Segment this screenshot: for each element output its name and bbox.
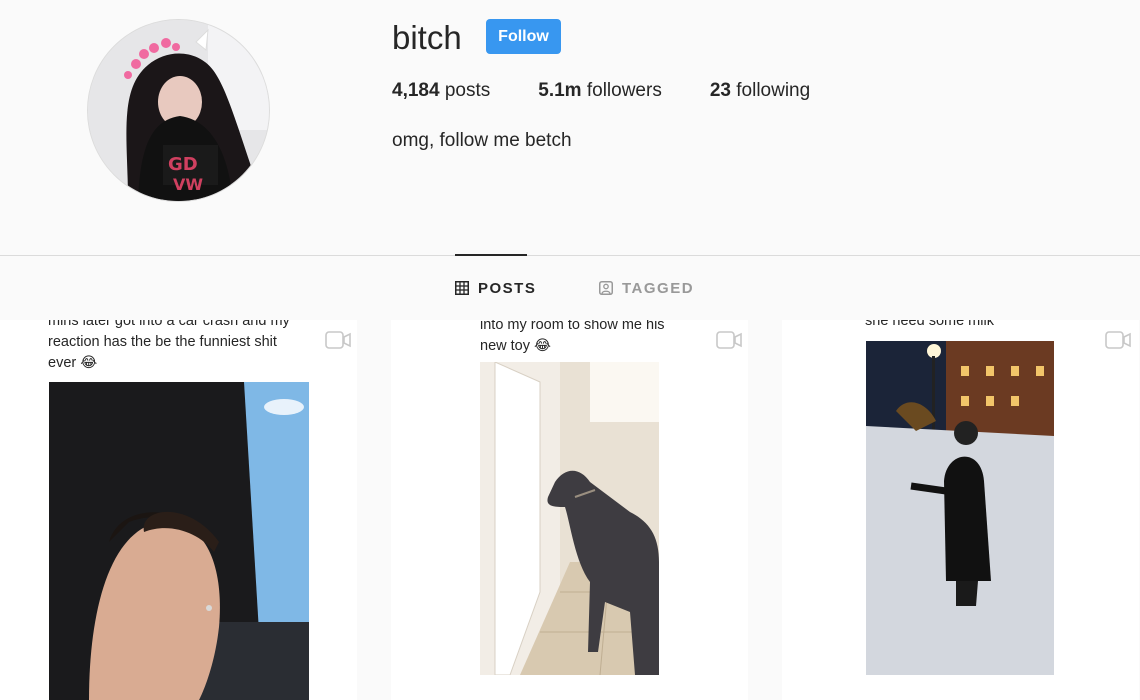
svg-text:GD: GD	[168, 154, 198, 175]
active-tab-indicator	[455, 254, 527, 256]
caption-line: new toy 😂	[480, 338, 551, 354]
post-caption: mins later got into a car crash and my r…	[48, 320, 290, 374]
follow-button[interactable]: Follow	[486, 19, 561, 54]
following-count-stat[interactable]: 23 following	[710, 80, 810, 102]
dog-hallway-image	[480, 362, 659, 675]
following-count: 23	[709, 80, 731, 101]
profile-photo: GD VW	[88, 20, 269, 201]
followers-count: 5.1m	[538, 80, 582, 101]
snow-night-image	[866, 341, 1054, 675]
svg-text:VW: VW	[173, 175, 203, 194]
post-media-snow	[866, 341, 1054, 675]
tab-tagged-label: TAGGED	[622, 279, 695, 297]
post-media-car	[49, 382, 309, 700]
tagged-user-icon	[599, 281, 613, 295]
followers-label: followers	[586, 80, 662, 101]
tab-posts-label: POSTS	[478, 279, 537, 297]
posts-count: 4,184	[392, 80, 440, 101]
tab-posts[interactable]: POSTS	[455, 278, 536, 298]
followers-count-stat[interactable]: 5.1m followers	[538, 80, 662, 102]
caption-line: into my room to show me his	[480, 320, 665, 333]
post-tile[interactable]: mins later got into a car crash and my r…	[0, 320, 357, 700]
profile-stats: 4,184 posts 5.1m followers 23 following	[392, 80, 858, 102]
caption-line: she need some milk	[865, 320, 994, 329]
profile-avatar[interactable]: GD VW	[87, 19, 270, 202]
profile-username: bitch	[392, 19, 462, 56]
posts-count-stat: 4,184 posts	[392, 80, 490, 102]
caption-line: ever 😂	[48, 355, 98, 371]
grid-icon	[455, 281, 469, 295]
posts-label: posts	[444, 80, 491, 101]
video-icon	[1105, 331, 1131, 349]
post-tile[interactable]: into my room to show me his new toy 😂	[391, 320, 748, 700]
tab-tagged[interactable]: TAGGED	[599, 278, 694, 298]
post-caption: into my room to show me his new toy 😂	[480, 320, 665, 357]
post-caption: she need some milk	[865, 320, 994, 332]
post-tile[interactable]: she need some milk	[782, 320, 1139, 700]
profile-bio: omg, follow me betch	[392, 130, 572, 151]
video-icon	[325, 331, 351, 349]
caption-line: reaction has the be the funniest shit	[48, 334, 277, 350]
video-icon	[716, 331, 742, 349]
following-label: following	[736, 80, 811, 101]
post-media-dog	[480, 362, 659, 675]
caption-line: mins later got into a car crash and my	[48, 320, 290, 329]
car-selfie-image	[49, 382, 309, 700]
tabs-divider	[0, 255, 1140, 256]
